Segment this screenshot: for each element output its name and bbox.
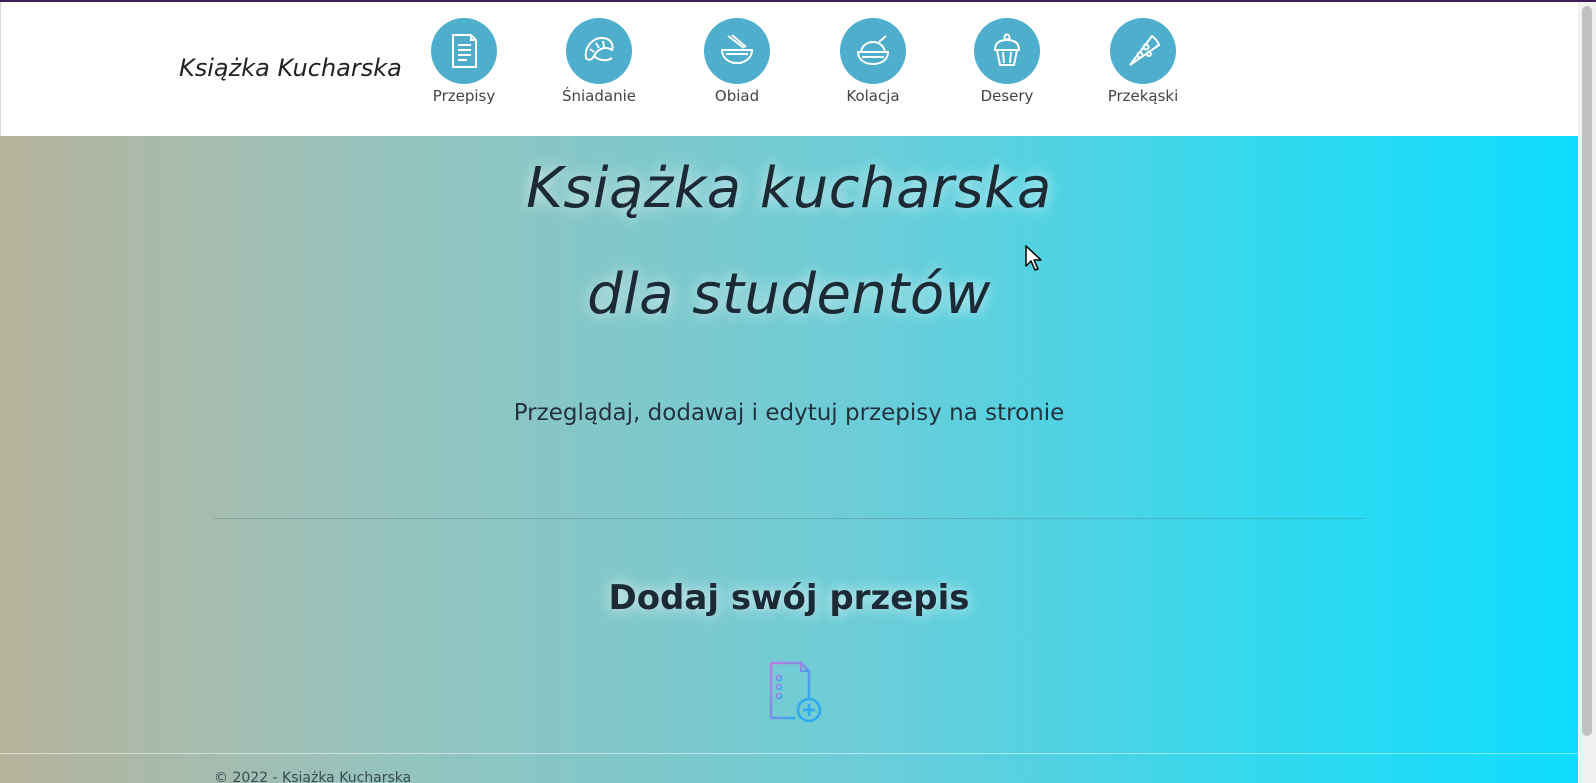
nav-item-przekaski[interactable]: Przekąski — [1088, 18, 1198, 105]
nav-item-kolacja[interactable]: Kolacja — [818, 18, 928, 105]
add-recipe-icon — [769, 661, 822, 723]
nav-item-obiad[interactable]: Obiad — [682, 18, 792, 105]
nav-label: Przekąski — [1107, 87, 1179, 105]
hero-section: Książka kucharska dla studentów Przegląd… — [0, 136, 1578, 783]
footer-divider — [0, 753, 1578, 754]
nav-label: Przepisy — [432, 87, 496, 105]
cupcake-icon — [993, 33, 1021, 66]
brand-link[interactable]: Książka Kucharska — [179, 54, 402, 82]
navbar: Książka Kucharska Przepisy Śniadanie Obi… — [0, 2, 1578, 136]
croissant-icon — [584, 36, 614, 62]
document-icon — [452, 34, 477, 68]
rice-bowl-icon — [856, 35, 890, 66]
nav-item-sniadanie[interactable]: Śniadanie — [544, 18, 654, 105]
nav-circle — [431, 18, 497, 84]
nav-label: Obiad — [714, 87, 760, 105]
hero-subtitle: Przeglądaj, dodawaj i edytuj przepisy na… — [513, 400, 1065, 426]
pizza-slice-icon — [1129, 34, 1161, 66]
nav-item-desery[interactable]: Desery — [952, 18, 1062, 105]
hero-title-line-2: dla studentów — [587, 262, 991, 327]
add-recipe-heading: Dodaj swój przepis — [608, 578, 970, 618]
nav-circle — [704, 18, 770, 84]
nav-label: Kolacja — [846, 87, 900, 105]
footer-copyright: © 2022 - Książka Kucharska — [214, 770, 412, 783]
scrollbar-thumb[interactable] — [1582, 6, 1592, 736]
nav-item-przepisy[interactable]: Przepisy — [409, 18, 519, 105]
hero-title-line-1: Książka kucharska — [526, 156, 1052, 221]
nav-label: Śniadanie — [561, 87, 636, 105]
noodle-bowl-icon — [720, 34, 754, 65]
nav-circle — [840, 18, 906, 84]
vertical-scrollbar[interactable] — [1578, 2, 1596, 783]
nav-circle — [1110, 18, 1176, 84]
nav-circle — [566, 18, 632, 84]
divider — [214, 518, 1366, 519]
add-recipe-button[interactable] — [767, 660, 825, 724]
nav-label: Desery — [980, 87, 1034, 105]
nav-circle — [974, 18, 1040, 84]
